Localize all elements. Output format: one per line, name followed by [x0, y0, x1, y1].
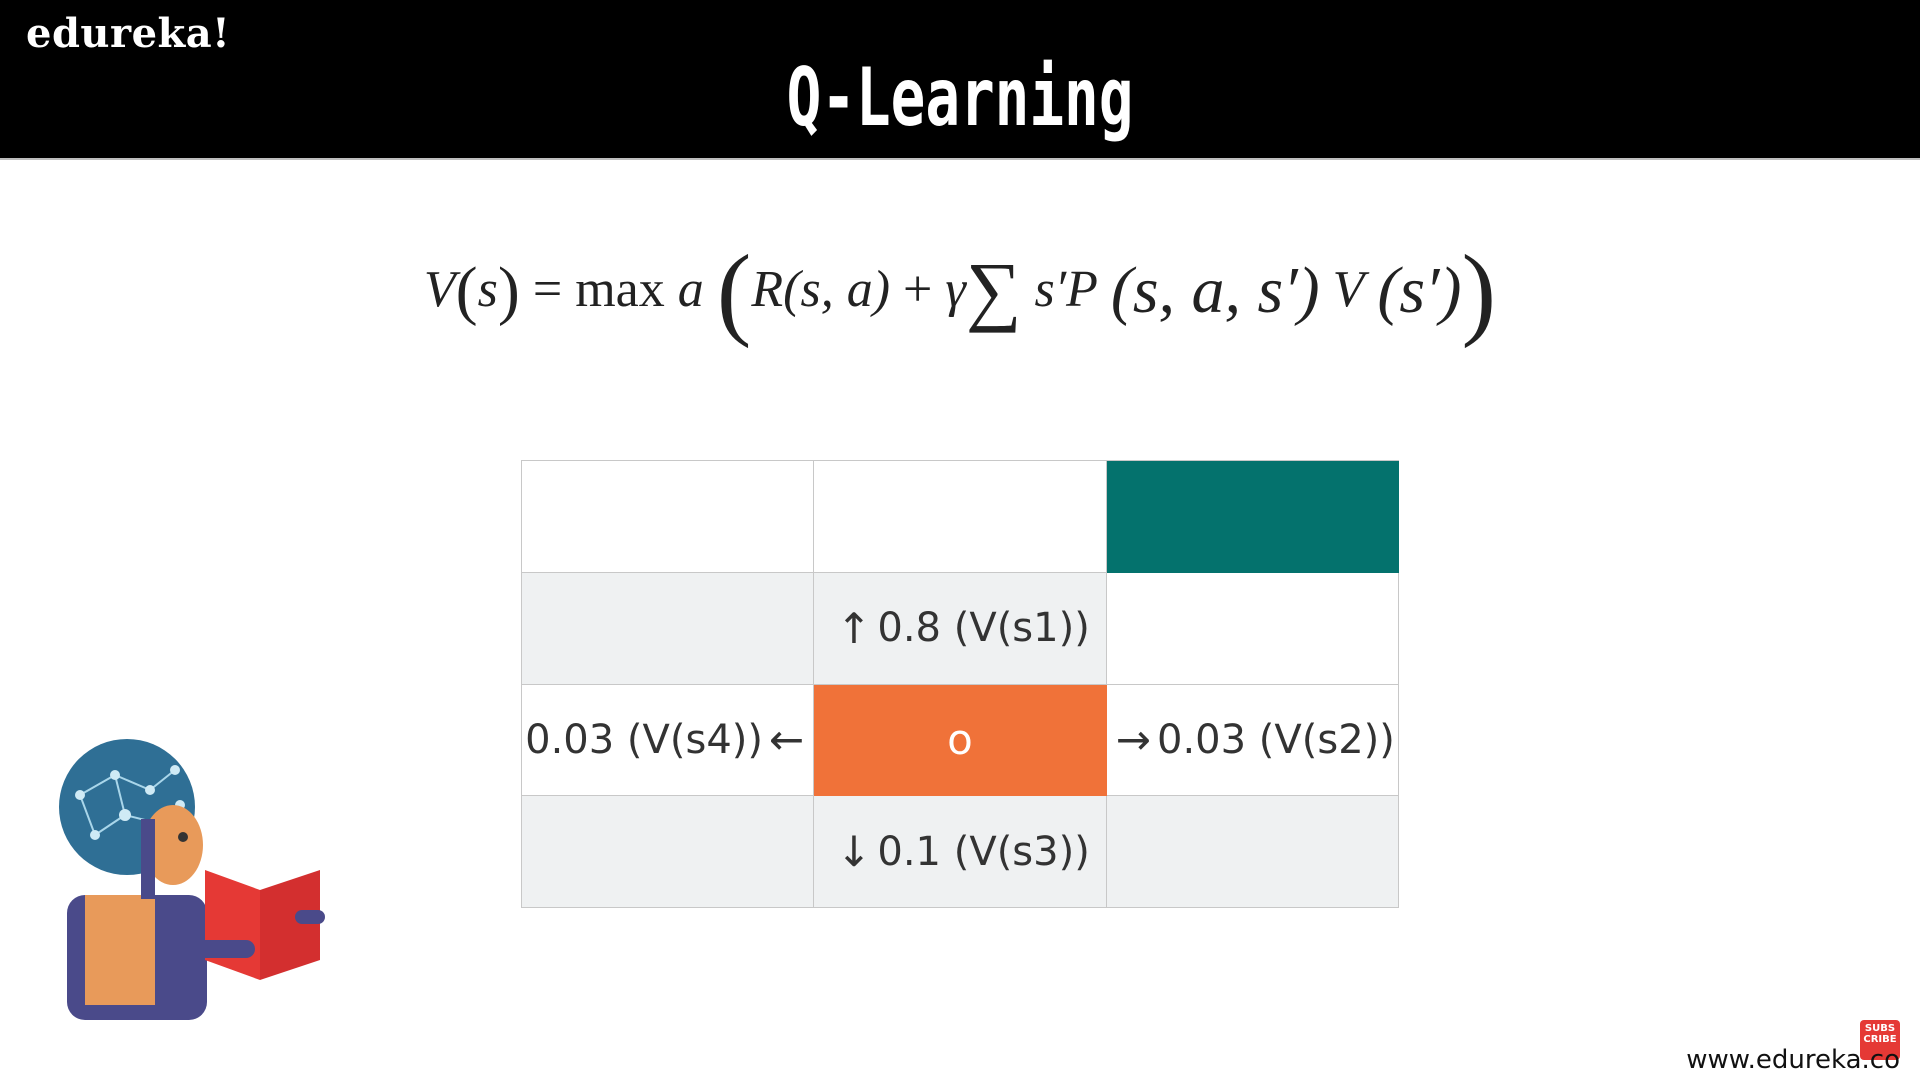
- robot-reading-illustration: [59, 739, 325, 1020]
- agent-label: o: [947, 715, 973, 765]
- formula-plus: +: [903, 261, 933, 318]
- formula-close-paren: ): [1461, 234, 1497, 349]
- goal-cell: [1106, 461, 1399, 573]
- formula-action: a: [677, 261, 704, 318]
- arrow-right-icon: →: [1115, 715, 1151, 765]
- header-divider: [0, 158, 1920, 160]
- formula-lhs: V: [423, 261, 456, 318]
- down-transition-cell: ↓ 0.1 (V(s3)): [814, 796, 1107, 908]
- right-transition-label: 0.03 (V(s2)): [1157, 716, 1395, 763]
- formula-reward-args: (s, a): [783, 261, 891, 318]
- arrow-left-icon: ←: [768, 715, 805, 765]
- grid-cell-r4c3: [1106, 796, 1399, 908]
- up-transition-label: 0.8 (V(s1)): [877, 605, 1090, 652]
- book-icon: [205, 870, 260, 980]
- brand-logo: edureka!: [26, 10, 231, 57]
- formula-prob-args: (s, a, s′): [1110, 254, 1320, 327]
- down-transition-label: 0.1 (V(s3)): [877, 828, 1090, 875]
- arrow-up-icon: ↑: [836, 603, 872, 653]
- grid-cell-r2c1: [522, 572, 815, 685]
- formula-gamma: γ: [945, 261, 966, 318]
- grid-cell-r1c1: [522, 461, 815, 573]
- formula-reward: R: [751, 261, 784, 318]
- formula-prob: P: [1066, 261, 1098, 318]
- grid-cell-r4c1: [522, 796, 815, 908]
- right-transition-cell: → 0.03 (V(s2)): [1106, 684, 1399, 797]
- website-url: www.edureka.co: [1686, 1045, 1900, 1075]
- grid-cell-r2c3: [1106, 572, 1399, 685]
- agent-cell: o: [814, 684, 1107, 797]
- grid-world: ↑ 0.8 (V(s1)) 0.03 (V(s4)) ← o → 0.03 (V(s2…: [521, 460, 1399, 908]
- formula-s-prime: s′: [1034, 261, 1067, 318]
- bellman-formula: V(s) = max a (R(s, a) + γ∑ s′P (s, a, s′…: [423, 234, 1497, 349]
- formula-value: V: [1332, 261, 1365, 318]
- formula-open-paren: (: [716, 234, 752, 349]
- arrow-down-icon: ↓: [836, 827, 872, 877]
- left-transition-cell: 0.03 (V(s4)) ←: [522, 684, 815, 797]
- formula-max: max: [575, 261, 665, 318]
- slide-title: Q-Learning: [786, 51, 1134, 144]
- header-bar: edureka! Q-Learning: [0, 0, 1920, 158]
- left-transition-label: 0.03 (V(s4)): [525, 716, 763, 763]
- grid-cell-r1c2: [814, 461, 1107, 573]
- formula-equals: =: [532, 261, 563, 318]
- formula-sum: ∑: [965, 246, 1022, 333]
- up-transition-cell: ↑ 0.8 (V(s1)): [814, 572, 1107, 685]
- formula-value-args: (s′): [1377, 254, 1462, 327]
